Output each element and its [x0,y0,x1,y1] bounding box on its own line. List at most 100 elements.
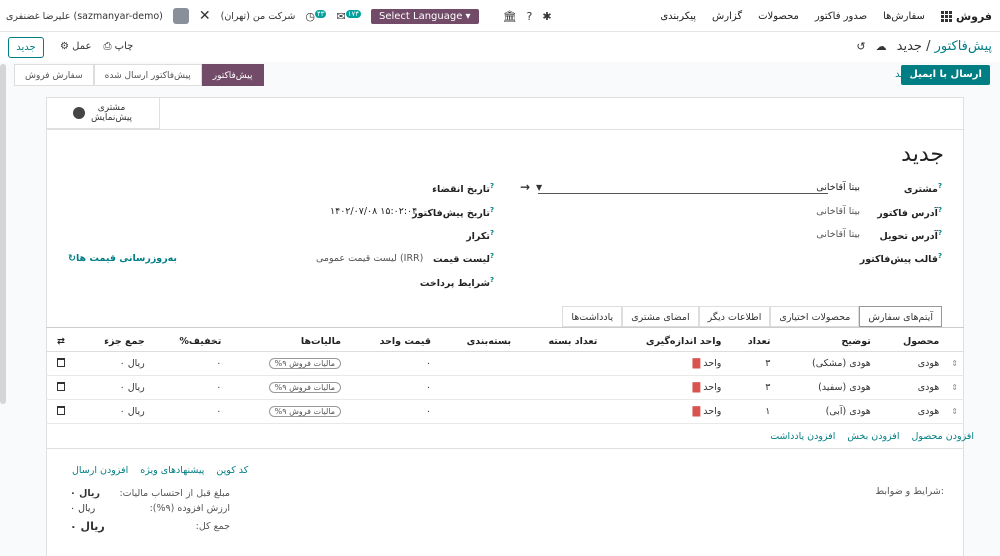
cell-taxes[interactable]: مالیات فروش ۹% [227,375,348,400]
cell-taxes[interactable]: مالیات فروش ۹% [227,351,348,376]
menu-orders[interactable]: سفارش‌ها [883,11,925,22]
dropdown-caret-icon[interactable]: ▼ [536,183,542,192]
menu-invoicing[interactable]: صدور فاکتور [815,11,867,22]
forecast-chart-icon[interactable]: ▇ [693,382,701,393]
discard-icon[interactable]: ↺ [856,40,865,53]
header-quantity[interactable]: تعداد [727,332,777,352]
tools-icon[interactable]: ✕ [199,8,211,24]
cell-delete[interactable] [46,375,76,400]
column-settings-icon[interactable]: ⇄ [46,332,76,352]
table-row[interactable]: ⇕ هودی هودی (سفید) ۳ واحد ▇ ۰ مالیات فرو… [46,375,964,400]
cell-description[interactable]: هودی (مشکی) [776,351,877,376]
cell-description[interactable]: هودی (آبی) [776,399,877,424]
add-product-link[interactable]: افزودن محصول [911,431,974,442]
cell-packaging[interactable] [436,351,518,376]
header-unit-price[interactable]: قیمت واحد [347,332,437,352]
breadcrumb-parent[interactable]: پیش‌فاکتور [935,39,992,54]
coupon-code-link[interactable]: کد کوپن [216,465,248,476]
arrow-link-icon[interactable]: → [520,180,530,194]
header-package-qty[interactable]: تعداد بسته [517,332,604,352]
delivery-address-input[interactable]: بیتا آقاخانی [816,229,860,240]
cell-delete[interactable] [46,399,76,424]
cell-product[interactable]: هودی [876,399,946,424]
trash-icon[interactable] [57,357,65,367]
tab-optional-products[interactable]: محصولات اختیاری [770,306,860,327]
stage-quotation[interactable]: پیش‌فاکتور [201,64,264,86]
forecast-chart-icon[interactable]: ▇ [693,406,701,417]
cell-quantity[interactable]: ۱ [727,399,777,424]
trash-icon[interactable] [57,405,65,415]
table-row[interactable]: ⇕ هودی هودی (آبی) ۱ واحد ▇ ۰ مالیات فروش… [46,399,964,424]
new-button[interactable]: جدید [8,37,44,58]
help-icon[interactable]: ? [527,10,533,23]
menu-products[interactable]: محصولات [758,11,799,22]
user-name[interactable]: علیرضا غضنفری (sazmanyar-demo) [6,11,163,22]
page-scrollbar[interactable] [0,64,6,404]
drag-handle-icon[interactable]: ⇕ [951,383,958,392]
menu-configuration[interactable]: پیکربندی [660,11,696,22]
confirm-button[interactable]: تایید [891,65,916,85]
tab-order-lines[interactable]: آیتم‌های سفارش [859,306,942,327]
cell-uom[interactable]: واحد ▇ [603,375,728,400]
forecast-chart-icon[interactable]: ▇ [693,358,701,369]
company-name[interactable]: شرکت من (تهران) [221,11,296,22]
trash-icon[interactable] [57,381,65,391]
user-avatar[interactable] [172,8,189,24]
cell-package-qty[interactable] [517,351,604,376]
stage-quote-sent[interactable]: پیش‌فاکتور ارسال شده [93,64,202,86]
cell-discount[interactable]: ۰ [150,351,228,376]
add-shipping-link[interactable]: افزودن ارسال [72,465,128,476]
header-taxes[interactable]: مالیات‌ها [227,332,348,352]
cell-uom[interactable]: واحد ▇ [603,399,728,424]
cell-unit-price[interactable]: ۰ [347,399,437,424]
add-note-link[interactable]: افزودن یادداشت [770,431,835,442]
invoice-address-input[interactable]: بیتا آقاخانی [816,206,860,217]
activity-icon[interactable]: ◷ ۴۳ [305,9,327,23]
cell-discount[interactable]: ۰ [150,399,228,424]
language-select[interactable]: Select Language ▾ [370,8,479,24]
cell-uom[interactable]: واحد ▇ [603,351,728,376]
messages-icon[interactable]: ✉ ۱۷۴ [336,9,361,23]
cell-discount[interactable]: ۰ [150,375,228,400]
promotions-link[interactable]: پیشنهادهای ویژه [140,465,204,476]
cell-taxes[interactable]: مالیات فروش ۹% [227,399,348,424]
app-brand[interactable]: فروش [940,10,992,23]
bank-icon[interactable]: 🏛 [503,10,517,23]
cell-delete[interactable] [46,351,76,376]
apps-grid-icon[interactable] [940,10,952,22]
menu-reporting[interactable]: گزارش [712,11,742,22]
drag-handle-icon[interactable]: ⇕ [951,407,958,416]
cell-package-qty[interactable] [517,399,604,424]
header-discount[interactable]: تخفیف% [150,332,228,352]
cell-unit-price[interactable]: ۰ [347,375,437,400]
row-handle[interactable]: ⇕ [945,351,964,376]
cell-packaging[interactable] [436,375,518,400]
header-uom[interactable]: واحد اندازه‌گیری [603,332,728,352]
row-handle[interactable]: ⇕ [945,375,964,400]
terms-label[interactable]: شرایط و ضوابط: [875,486,944,497]
pricelist-input[interactable]: لیست قیمت عمومی (IRR) [316,253,423,264]
cell-quantity[interactable]: ۳ [727,375,777,400]
cloud-save-icon[interactable]: ☁ [876,40,887,53]
header-product[interactable]: محصول [876,332,946,352]
cell-package-qty[interactable] [517,375,604,400]
header-subtotal[interactable]: جمع جزء [76,332,151,352]
bug-icon[interactable]: ✱ [542,10,551,23]
update-prices-button[interactable]: ↻به‌روزرسانی قیمت ها [68,253,177,264]
stage-sale-order[interactable]: سفارش فروش [14,64,94,86]
customer-preview-button[interactable]: مشتری پیش‌نمایش [46,97,160,129]
add-section-link[interactable]: افزودن بخش [847,431,899,442]
header-packaging[interactable]: بسته‌بندی [436,332,518,352]
cell-product[interactable]: هودی [876,351,946,376]
tab-notes[interactable]: یادداشت‌ها [562,306,623,327]
customer-input[interactable]: بیتا آقاخانی [816,182,860,193]
cell-quantity[interactable]: ۳ [727,351,777,376]
table-row[interactable]: ⇕ هودی هودی (مشکی) ۳ واحد ▇ ۰ مالیات فرو… [46,351,964,376]
header-description[interactable]: توضیح [776,332,877,352]
cell-packaging[interactable] [436,399,518,424]
drag-handle-icon[interactable]: ⇕ [951,359,958,368]
cell-product[interactable]: هودی [876,375,946,400]
quote-date-input[interactable]: ۱۴۰۲/۰۷/۰۸ ۱۵:۰۲:۰۴ [330,206,417,217]
row-handle[interactable]: ⇕ [945,399,964,424]
cell-unit-price[interactable]: ۰ [347,351,437,376]
